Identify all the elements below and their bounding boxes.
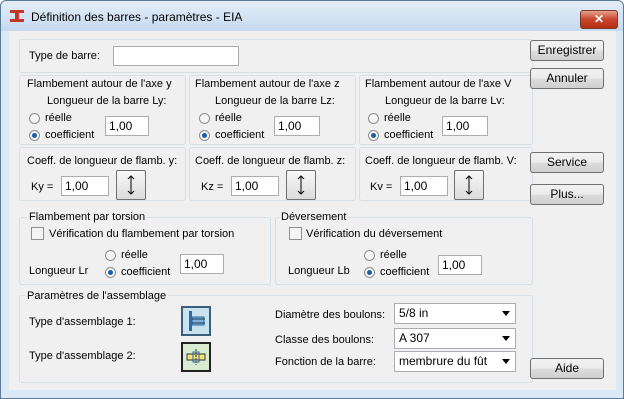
buckling-v-length-label: Longueur de la barre Lv: bbox=[385, 95, 505, 107]
coeff-y-picker-button[interactable] bbox=[116, 170, 146, 200]
torsion-coeff-label: coefficient bbox=[121, 266, 171, 278]
bar-type-input[interactable] bbox=[113, 46, 239, 66]
buckling-y-length-label: Longueur de la barre Ly: bbox=[47, 95, 167, 107]
bolt-class-label: Classe des boulons: bbox=[275, 334, 375, 346]
vertical-member-icon bbox=[465, 175, 473, 195]
vertical-member-icon bbox=[297, 175, 305, 195]
assembly-title: Paramètres de l'assemblage bbox=[25, 290, 169, 302]
coeff-v-picker-button[interactable] bbox=[454, 170, 484, 200]
torsion-length-label: Longueur Lr bbox=[29, 265, 89, 277]
splice-connection-icon bbox=[186, 349, 206, 365]
more-button[interactable]: Plus... bbox=[530, 184, 604, 205]
buckling-v-title: Flambement autour de l'axe V bbox=[365, 78, 512, 90]
coeff-v-k-input[interactable]: 1,00 bbox=[400, 176, 448, 196]
lateral-real-label: réelle bbox=[380, 249, 407, 261]
bolt-diameter-value: 5/8 in bbox=[399, 306, 429, 320]
assembly-type1-button[interactable] bbox=[181, 306, 211, 336]
coeff-z-k-input[interactable]: 1,00 bbox=[231, 176, 279, 196]
coeff-y-title: Coeff. de longueur de flamb. y: bbox=[27, 155, 178, 167]
bar-type-label: Type de barre: bbox=[29, 50, 100, 62]
buckling-z-coeff-radio[interactable] bbox=[199, 130, 210, 141]
dialog-client: Type de barre: Flambement autour de l'ax… bbox=[9, 31, 616, 390]
torsion-real-radio[interactable] bbox=[105, 250, 116, 261]
bolt-diameter-label: Diamètre des boulons: bbox=[275, 309, 386, 321]
lateral-check[interactable] bbox=[289, 227, 302, 240]
chevron-down-icon bbox=[502, 311, 510, 316]
buckling-v-real-label: réelle bbox=[384, 112, 411, 124]
chevron-down-icon bbox=[502, 359, 510, 364]
lateral-title: Déversement bbox=[279, 211, 349, 223]
buckling-z-title: Flambement autour de l'axe z bbox=[195, 78, 340, 90]
coeff-y-k-label: Ky = bbox=[31, 181, 54, 193]
buckling-v-real-radio[interactable] bbox=[368, 113, 379, 124]
dialog-window: Définition des barres - paramètres - EIA… bbox=[0, 0, 624, 399]
bar-function-select[interactable]: membrure du fût bbox=[394, 351, 516, 372]
torsion-check[interactable] bbox=[31, 227, 44, 240]
buckling-v-value-input[interactable]: 1,00 bbox=[442, 116, 488, 136]
title-bar: Définition des barres - paramètres - EIA… bbox=[1, 1, 623, 31]
buckling-y-coeff-radio[interactable] bbox=[29, 130, 40, 141]
buckling-y-coeff-label: coefficient bbox=[45, 129, 95, 141]
close-button[interactable]: ✕ bbox=[580, 10, 618, 29]
assembly-type2-button[interactable] bbox=[181, 342, 211, 372]
cancel-button[interactable]: Annuler bbox=[530, 68, 604, 89]
coeff-z-k-label: Kz = bbox=[201, 181, 224, 193]
coeff-z-picker-button[interactable] bbox=[286, 170, 316, 200]
buckling-z-length-label: Longueur de la barre Lz: bbox=[215, 95, 335, 107]
buckling-y-real-radio[interactable] bbox=[29, 113, 40, 124]
bolt-diameter-select[interactable]: 5/8 in bbox=[394, 303, 516, 324]
service-button[interactable]: Service bbox=[530, 152, 604, 173]
buckling-y-title: Flambement autour de l'axe y bbox=[27, 78, 172, 90]
torsion-coeff-radio[interactable] bbox=[105, 267, 116, 278]
torsion-value-input[interactable]: 1,00 bbox=[180, 254, 224, 274]
assembly-type1-label: Type d'assemblage 1: bbox=[29, 316, 136, 328]
buckling-y-value-input[interactable]: 1,00 bbox=[105, 116, 149, 136]
coeff-y-k-input[interactable]: 1,00 bbox=[61, 176, 109, 196]
lateral-coeff-label: coefficient bbox=[380, 266, 430, 278]
bolt-class-select[interactable]: A 307 bbox=[394, 328, 516, 349]
help-button[interactable]: Aide bbox=[530, 358, 604, 379]
assembly-type2-label: Type d'assemblage 2: bbox=[29, 350, 136, 362]
bar-function-label: Fonction de la barre: bbox=[275, 356, 376, 368]
bolted-connection-icon bbox=[189, 311, 205, 331]
torsion-check-label: Vérification du flambement par torsion bbox=[49, 228, 235, 240]
buckling-y-real-label: réelle bbox=[45, 112, 72, 124]
lateral-length-label: Longueur Lb bbox=[288, 265, 350, 277]
buckling-v-coeff-label: coefficient bbox=[384, 129, 434, 141]
chevron-down-icon bbox=[502, 336, 510, 341]
lateral-real-radio[interactable] bbox=[364, 250, 375, 261]
coeff-z-title: Coeff. de longueur de flamb. z: bbox=[195, 155, 346, 167]
bolt-class-value: A 307 bbox=[399, 331, 430, 345]
buckling-v-coeff-radio[interactable] bbox=[368, 130, 379, 141]
bar-function-value: membrure du fût bbox=[399, 354, 488, 368]
buckling-z-real-label: réelle bbox=[215, 112, 242, 124]
window-title: Définition des barres - paramètres - EIA bbox=[31, 10, 243, 24]
buckling-z-value-input[interactable]: 1,00 bbox=[274, 116, 320, 136]
torsion-real-label: réelle bbox=[121, 249, 148, 261]
lateral-check-label: Vérification du déversement bbox=[306, 228, 443, 240]
coeff-v-title: Coeff. de longueur de flamb. V: bbox=[365, 155, 517, 167]
buckling-z-real-radio[interactable] bbox=[199, 113, 210, 124]
torsion-title: Flambement par torsion bbox=[27, 211, 148, 223]
buckling-z-coeff-label: coefficient bbox=[215, 129, 265, 141]
lateral-coeff-radio[interactable] bbox=[364, 267, 375, 278]
coeff-v-k-label: Kv = bbox=[370, 181, 393, 193]
app-icon bbox=[10, 10, 24, 22]
vertical-member-icon bbox=[127, 175, 135, 195]
lateral-value-input[interactable]: 1,00 bbox=[438, 255, 482, 275]
save-button[interactable]: Enregistrer bbox=[530, 40, 604, 61]
